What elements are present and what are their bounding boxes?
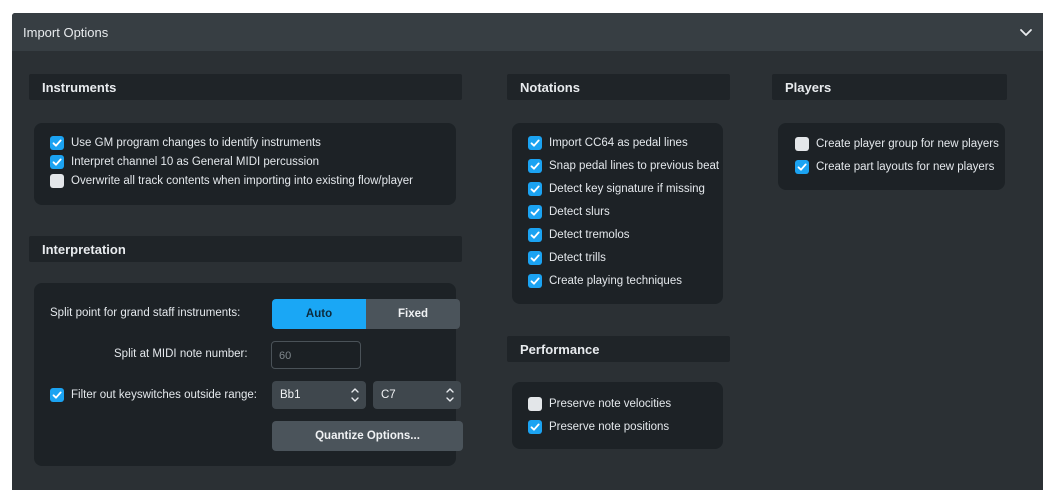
performance-header: Performance (507, 336, 730, 362)
notations-header-label: Notations (520, 80, 580, 95)
stepper-arrows-icon[interactable] (350, 385, 360, 405)
chevron-down-icon[interactable] (1019, 25, 1033, 39)
instruments-header: Instruments (29, 74, 462, 100)
instruments-option-overwrite[interactable]: Overwrite all track contents when import… (50, 171, 413, 191)
split-note-label: Split at MIDI note number: (114, 348, 248, 360)
checkbox-checked-icon[interactable] (528, 205, 542, 219)
interpretation-header-label: Interpretation (42, 242, 126, 257)
checkbox-checked-icon[interactable] (50, 136, 64, 150)
split-point-segmented-control[interactable]: Auto Fixed (272, 299, 460, 329)
notations-option-key-signature[interactable]: Detect key signature if missing (528, 179, 705, 199)
checkbox-label: Snap pedal lines to previous beat (549, 160, 720, 172)
performance-option-positions[interactable]: Preserve note positions (528, 417, 669, 437)
checkbox-label: Preserve note positions (549, 421, 670, 433)
checkbox-label: Create part layouts for new players (816, 161, 995, 173)
checkbox-checked-icon[interactable] (528, 274, 542, 288)
checkbox-checked-icon[interactable] (795, 160, 809, 174)
split-mode-auto-button[interactable]: Auto (272, 299, 366, 329)
split-point-label: Split point for grand staff instruments: (50, 307, 241, 319)
checkbox-label: Use GM program changes to identify instr… (71, 137, 321, 149)
checkbox-checked-icon[interactable] (50, 155, 64, 169)
checkbox-label: Detect key signature if missing (549, 183, 705, 195)
checkbox-label: Detect trills (549, 252, 606, 264)
checkbox-label: Create playing techniques (549, 275, 682, 287)
players-option-part-layouts[interactable]: Create part layouts for new players (795, 157, 994, 177)
performance-panel: Preserve note velocities Preserve note p… (512, 382, 723, 449)
stepper-arrows-icon[interactable] (445, 385, 455, 405)
checkbox-checked-icon[interactable] (528, 228, 542, 242)
range-low-stepper[interactable]: Bb1 (272, 381, 366, 409)
range-low-value: Bb1 (280, 389, 301, 401)
checkbox-unchecked-icon[interactable] (50, 174, 64, 188)
players-header: Players (772, 74, 1007, 100)
instruments-header-label: Instruments (42, 80, 117, 95)
filter-keyswitches-option[interactable]: Filter out keyswitches outside range: (50, 385, 257, 405)
split-note-value: 60 (279, 350, 292, 362)
checkbox-unchecked-icon[interactable] (795, 137, 809, 151)
notations-option-playing-techniques[interactable]: Create playing techniques (528, 271, 682, 291)
checkbox-label: Detect slurs (549, 206, 610, 218)
notations-option-trills[interactable]: Detect trills (528, 248, 606, 268)
checkbox-label: Import CC64 as pedal lines (549, 137, 688, 149)
notations-panel: Import CC64 as pedal lines Snap pedal li… (512, 123, 723, 304)
checkbox-checked-icon[interactable] (528, 420, 542, 434)
players-option-player-group[interactable]: Create player group for new players (795, 134, 999, 154)
instruments-option-gm-program[interactable]: Use GM program changes to identify instr… (50, 133, 321, 153)
checkbox-label: Detect tremolos (549, 229, 630, 241)
checkbox-checked-icon[interactable] (528, 159, 542, 173)
instruments-panel: Use GM program changes to identify instr… (34, 123, 456, 205)
players-panel: Create player group for new players Crea… (778, 123, 1005, 190)
range-high-stepper[interactable]: C7 (373, 381, 461, 409)
split-note-input[interactable]: 60 (271, 341, 361, 369)
checkbox-label: Preserve note velocities (549, 398, 672, 410)
checkbox-label: Filter out keyswitches outside range: (71, 389, 258, 401)
checkbox-checked-icon[interactable] (528, 136, 542, 150)
notations-option-snap-pedal[interactable]: Snap pedal lines to previous beat (528, 156, 719, 176)
interpretation-header: Interpretation (29, 236, 462, 262)
checkbox-unchecked-icon[interactable] (528, 397, 542, 411)
notations-header: Notations (507, 74, 730, 100)
performance-option-velocities[interactable]: Preserve note velocities (528, 394, 671, 414)
import-options-window: Import Options Instruments Use GM progra… (12, 13, 1043, 490)
checkbox-label: Interpret channel 10 as General MIDI per… (71, 156, 320, 168)
interpretation-panel: Split point for grand staff instruments:… (34, 283, 463, 466)
checkbox-label: Overwrite all track contents when import… (71, 175, 413, 187)
checkbox-checked-icon[interactable] (528, 251, 542, 265)
notations-option-slurs[interactable]: Detect slurs (528, 202, 610, 222)
players-header-label: Players (785, 80, 832, 95)
checkbox-checked-icon[interactable] (50, 388, 64, 402)
instruments-option-channel-10[interactable]: Interpret channel 10 as General MIDI per… (50, 152, 319, 172)
performance-header-label: Performance (520, 342, 600, 357)
split-mode-fixed-button[interactable]: Fixed (366, 299, 460, 329)
checkbox-checked-icon[interactable] (528, 182, 542, 196)
checkbox-label: Create player group for new players (816, 138, 999, 150)
window-title: Import Options (23, 25, 109, 40)
quantize-options-button[interactable]: Quantize Options... (272, 421, 463, 451)
notations-option-tremolos[interactable]: Detect tremolos (528, 225, 630, 245)
range-high-value: C7 (381, 389, 396, 401)
notations-option-cc64[interactable]: Import CC64 as pedal lines (528, 133, 688, 153)
import-options-titlebar[interactable]: Import Options (12, 13, 1043, 51)
